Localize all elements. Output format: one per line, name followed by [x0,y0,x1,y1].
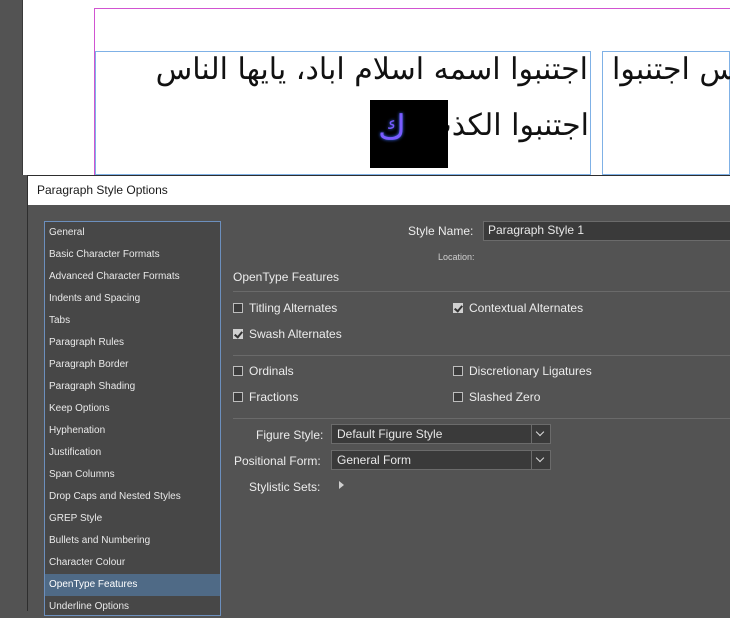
positional-form-select[interactable]: General Form [331,450,551,470]
fractions-label: Fractions [249,390,299,404]
slashed-zero-box[interactable] [453,392,463,402]
chevron-down-icon[interactable] [531,425,550,443]
figure-style-label: Figure Style: [256,428,324,442]
sidebar-item-span-columns[interactable]: Span Columns [45,464,220,486]
margin-guide-top [94,8,730,9]
sidebar-item-advanced-character-formats[interactable]: Advanced Character Formats [45,266,220,288]
divider-3 [233,418,730,419]
sidebar-item-paragraph-border[interactable]: Paragraph Border [45,354,220,376]
titling-alternates-checkbox[interactable]: Titling Alternates [233,301,337,315]
figure-style-select[interactable]: Default Figure Style [331,424,551,444]
swash-alternates-label: Swash Alternates [249,327,342,341]
discretionary-ligatures-checkbox[interactable]: Discretionary Ligatures [453,364,592,378]
style-name-label: Style Name: [408,224,474,238]
location-label: Location: [438,252,475,262]
sidebar-item-bullets-and-numbering[interactable]: Bullets and Numbering [45,530,220,552]
sidebar-item-paragraph-shading[interactable]: Paragraph Shading [45,376,220,398]
section-title: OpenType Features [233,270,340,284]
sidebar-item-paragraph-rules[interactable]: Paragraph Rules [45,332,220,354]
divider-1 [233,291,730,292]
sidebar-item-general[interactable]: General [45,222,220,244]
document-area: اجتنبوا اسمه اسلام اباد، يايها الناس اس … [0,0,730,175]
contextual-alternates-label: Contextual Alternates [469,301,584,315]
titling-alternates-box[interactable] [233,303,243,313]
swash-alternates-checkbox[interactable]: Swash Alternates [233,327,342,341]
contextual-alternates-box[interactable] [453,303,463,313]
page-edge [22,0,23,175]
sidebar-item-indents-and-spacing[interactable]: Indents and Spacing [45,288,220,310]
dialog-title: Paragraph Style Options [37,183,168,197]
sidebar-item-opentype-features[interactable]: OpenType Features [45,574,220,596]
selected-glyph[interactable]: ك [378,108,406,148]
ordinals-label: Ordinals [249,364,294,378]
dialog-titlebar[interactable]: Paragraph Style Options [28,176,730,205]
sidebar-item-keep-options[interactable]: Keep Options [45,398,220,420]
style-name-input[interactable]: Paragraph Style 1 [483,221,730,241]
paragraph-style-options-dialog: Paragraph Style Options General Basic Cha… [27,175,730,616]
positional-form-value: General Form [337,453,412,467]
divider-2 [233,355,730,356]
positional-form-label: Positional Form: [234,454,321,468]
contextual-alternates-checkbox[interactable]: Contextual Alternates [453,301,583,315]
slashed-zero-label: Slashed Zero [469,390,541,404]
sidebar-item-drop-caps-and-nested-styles[interactable]: Drop Caps and Nested Styles [45,486,220,508]
fractions-box[interactable] [233,392,243,402]
sidebar-item-justification[interactable]: Justification [45,442,220,464]
arabic-text-line-3[interactable]: اس اجتنبوا [612,52,730,87]
sidebar-item-grep-style[interactable]: GREP Style [45,508,220,530]
stylistic-sets-label: Stylistic Sets: [249,480,321,494]
sidebar-item-underline-options[interactable]: Underline Options [45,596,220,618]
sidebar-item-basic-character-formats[interactable]: Basic Character Formats [45,244,220,266]
ordinals-checkbox[interactable]: Ordinals [233,364,294,378]
sidebar-item-tabs[interactable]: Tabs [45,310,220,332]
sidebar-item-character-colour[interactable]: Character Colour [45,552,220,574]
arabic-text-line-1[interactable]: اجتنبوا اسمه اسلام اباد، يايها الناس [156,52,588,87]
arabic-text-line-2[interactable]: اجتنبوا الكذب [424,108,589,143]
category-list: General Basic Character Formats Advanced C… [44,221,221,616]
discretionary-ligatures-label: Discretionary Ligatures [469,364,592,378]
discretionary-ligatures-box[interactable] [453,366,463,376]
ordinals-box[interactable] [233,366,243,376]
chevron-down-icon[interactable] [531,451,550,469]
titling-alternates-label: Titling Alternates [249,301,338,315]
slashed-zero-checkbox[interactable]: Slashed Zero [453,390,540,404]
fractions-checkbox[interactable]: Fractions [233,390,298,404]
figure-style-value: Default Figure Style [337,427,443,441]
disclosure-triangle-icon[interactable] [339,481,344,489]
sidebar-item-hyphenation[interactable]: Hyphenation [45,420,220,442]
swash-alternates-box[interactable] [233,329,243,339]
